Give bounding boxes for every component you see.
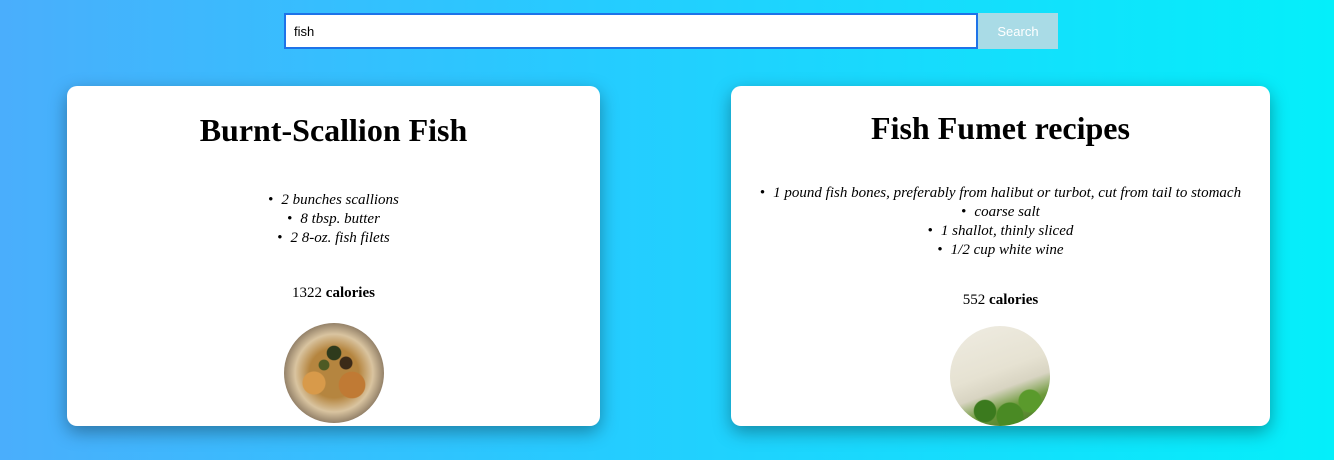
search-button[interactable]: Search (978, 13, 1058, 49)
search-input[interactable] (284, 13, 978, 49)
calories-value: 552 (962, 292, 986, 308)
ingredient-item: 1 pound fish bones, preferably from hali… (731, 184, 1270, 203)
recipe-image (284, 323, 384, 423)
ingredient-list: 1 pound fish bones, preferably from hali… (731, 184, 1270, 260)
recipe-card: Burnt-Scallion Fish 2 bunches scallions … (67, 86, 600, 426)
recipe-card: Fish Fumet recipes 1 pound fish bones, p… (731, 86, 1270, 426)
calories-value: 1322 (292, 285, 323, 301)
recipe-title: Burnt-Scallion Fish (199, 112, 468, 148)
calories-label: calories (325, 285, 375, 301)
ingredient-item: 8 tbsp. butter (67, 210, 600, 229)
ingredient-item: 2 8-oz. fish filets (67, 229, 600, 248)
ingredient-item: coarse salt (731, 203, 1270, 222)
ingredient-item: 1/2 cup white wine (731, 241, 1270, 260)
calories-text: 552 calories (731, 292, 1270, 309)
search-form: Search (284, 13, 1058, 49)
calories-text: 1322 calories (67, 285, 600, 302)
ingredient-item: 1 shallot, thinly sliced (731, 222, 1270, 241)
ingredient-list: 2 bunches scallions 8 tbsp. butter 2 8-o… (67, 191, 600, 248)
recipe-image (950, 326, 1050, 426)
calories-label: calories (989, 292, 1039, 308)
recipe-title: Fish Fumet recipes (871, 110, 1130, 146)
ingredient-item: 2 bunches scallions (67, 191, 600, 210)
